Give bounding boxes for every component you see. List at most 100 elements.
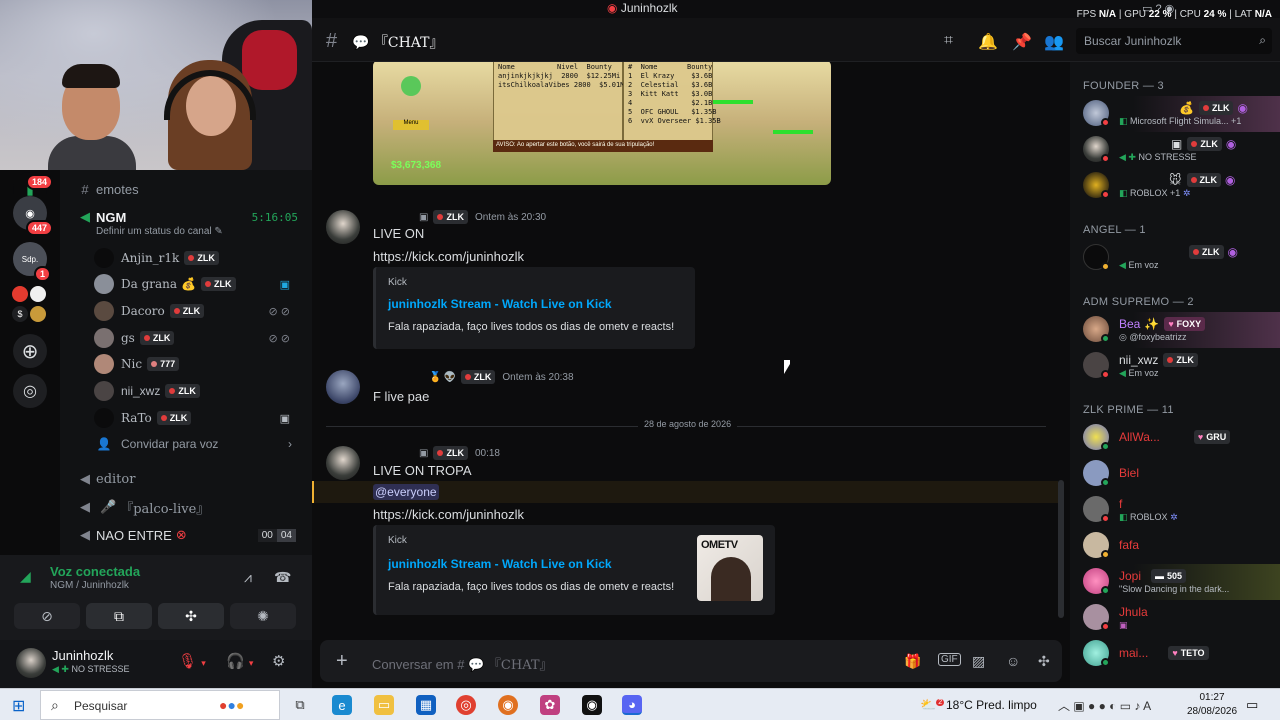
chat-scrollbar[interactable]	[1058, 480, 1064, 618]
voice-user[interactable]: nii_xwz ZLK	[94, 378, 302, 404]
voice-channel-palco[interactable]: ◀ 🎤 『palco-live』	[60, 494, 312, 520]
user-settings-button[interactable]: ⚙	[272, 652, 285, 670]
add-user-icon: 👤	[96, 437, 112, 451]
notification-icon[interactable]: ▭	[1246, 697, 1258, 713]
voice-user[interactable]: RaTo ZLK ▣	[94, 405, 302, 431]
voice-channel-editor[interactable]: ◀ editor	[60, 466, 312, 492]
task-view-button[interactable]: ⧉	[290, 695, 310, 715]
clock[interactable]: 01:27 28/08/2026	[1180, 691, 1244, 719]
role-tag: ♥ GRU	[1193, 430, 1231, 444]
chrome-icon[interactable]: ◎	[456, 695, 476, 715]
server-icon-4[interactable]	[12, 286, 28, 302]
start-button[interactable]: ⊞	[12, 696, 25, 716]
member-item[interactable]: AllWa... ♥ GRU	[1070, 420, 1280, 456]
discover-button[interactable]: ◎	[13, 374, 47, 408]
voice-user[interactable]: Anjin_r1k ZLK	[94, 245, 302, 271]
embed-title[interactable]: juninhozlk Stream - Watch Live on Kick	[388, 557, 612, 571]
leaderboard-table: # Nome Bounty 1 El Krazy $3.6B 2 Celesti…	[623, 62, 721, 150]
speaker-icon: ◀	[80, 499, 90, 514]
avatar[interactable]	[326, 210, 360, 244]
message-link[interactable]: https://kick.com/juninhozlk	[373, 507, 524, 522]
member-item[interactable]: Bea ✨ ♥ FOXY ◎ @foxybeatrizz	[1070, 312, 1280, 348]
no-entry-icon: ⊗	[175, 527, 187, 542]
taskbar-search[interactable]: ⌕ Pesquisar ●●●	[40, 690, 280, 720]
server-icon-7[interactable]	[30, 306, 46, 322]
member-item[interactable]: ZLK ◉ ◀ Em voz	[1070, 240, 1280, 276]
game-cash: $3,673,368	[391, 160, 442, 171]
emoji-icon: ☺	[1006, 653, 1021, 669]
screen-share-button[interactable]: ⧉	[86, 603, 152, 629]
edge-icon[interactable]: e	[332, 695, 352, 715]
app-icon-orange[interactable]: ◉	[498, 695, 518, 715]
obs-icon[interactable]: ◉	[582, 695, 602, 715]
everyone-mention[interactable]: @everyone	[373, 484, 439, 500]
member-item[interactable]: ▣ ZLK ◉ ◀ ✚ NO STRESSE	[1070, 132, 1280, 168]
member-item[interactable]: 💰 ZLK ◉ ◧ Microsoft Flight Simula... +1	[1070, 96, 1280, 132]
avatar[interactable]	[326, 446, 360, 480]
member-list: FOUNDER — 3 💰 ZLK ◉ ◧ Microsoft Flight Sim…	[1070, 62, 1280, 688]
store-icon[interactable]: ▦	[416, 695, 436, 715]
sticker-button[interactable]: ▨	[972, 653, 985, 670]
role-tag: ZLK	[139, 331, 175, 345]
embed-provider[interactable]: Kick	[388, 535, 407, 546]
member-item[interactable]: nii_xwz ZLK ◀ Em voz	[1070, 348, 1280, 384]
system-tray[interactable]: ︿ ▣ ● ● ◐ ▭ ♪ A	[1058, 697, 1151, 714]
disconnect-icon[interactable]: ☎	[274, 569, 291, 586]
channel-emotes[interactable]: # emotes	[60, 176, 312, 202]
message-text: LIVE ON TROPA	[373, 463, 472, 478]
member-item[interactable]: mai... ♥ TETO	[1070, 636, 1280, 672]
activities-button[interactable]: ✣	[158, 603, 224, 629]
attach-button[interactable]: +	[336, 650, 348, 673]
member-item[interactable]: Jhula ▣	[1070, 600, 1280, 636]
avatar	[94, 381, 114, 401]
member-item[interactable]: Jopi ▬ 505 "Slow Dancing in the dark...	[1070, 564, 1280, 600]
embed-title[interactable]: juninhozlk Stream - Watch Live on Kick	[388, 297, 612, 311]
pinned-button[interactable]: 📌	[1012, 32, 1032, 52]
gif-button[interactable]: GIF	[938, 653, 961, 666]
member-list-button[interactable]: 👥	[1044, 32, 1064, 52]
game-screenshot-embed[interactable]: Nome Nivel Bounty anjinkjkjkjkj 2800 $12…	[373, 62, 831, 185]
member-item[interactable]: 🐭 ZLK ◉ ◧ ROBLOX +1 ✲	[1070, 168, 1280, 204]
threads-button[interactable]: ⌗	[944, 32, 953, 50]
soundboard-button[interactable]: ✺	[230, 603, 296, 629]
voice-user[interactable]: Da grana 💰 ZLK ▣	[94, 271, 302, 297]
mute-button[interactable]: 🎙 ▾	[178, 652, 206, 670]
camera-button[interactable]: ⊘	[14, 603, 80, 629]
voice-user[interactable]: gs ZLK ⊘ ⊘	[94, 325, 302, 351]
member-item[interactable]: f ◧ ROBLOX ✲	[1070, 492, 1280, 528]
role-tag: ZLK	[169, 304, 205, 318]
gear-icon: ⚙	[272, 653, 286, 670]
weather-text[interactable]: 18°C Pred. limpo	[946, 698, 1037, 712]
search-input[interactable]: Buscar Juninhozlk ⌕	[1076, 28, 1272, 54]
voice-location[interactable]: NGM / Juninhozlk	[50, 580, 129, 591]
discord-icon[interactable]: ◕	[622, 695, 642, 715]
emoji-button[interactable]: ☺	[1006, 653, 1020, 669]
deafen-button[interactable]: 🎧 ▾	[226, 652, 253, 670]
voice-user[interactable]: Dacoro ZLK ⊘ ⊘	[94, 298, 302, 324]
member-item[interactable]: Biel	[1070, 456, 1280, 492]
file-explorer-icon[interactable]: ▭	[374, 695, 394, 715]
embed-provider[interactable]: Kick	[388, 277, 407, 288]
message-link[interactable]: https://kick.com/juninhozlk	[373, 249, 524, 264]
status-online	[1101, 442, 1110, 451]
voice-user[interactable]: Nic 777	[94, 351, 302, 377]
invite-to-voice-button[interactable]: 👤 Convidar para voz ›	[94, 431, 302, 457]
server-icon-5[interactable]	[30, 286, 46, 302]
add-server-button[interactable]: ⊕	[13, 334, 47, 368]
noise-suppression-icon[interactable]: ⩘	[244, 569, 252, 586]
app-icon-pink[interactable]: ✿	[540, 695, 560, 715]
badge-icon: ▣	[419, 447, 429, 459]
member-item[interactable]: fafa	[1070, 528, 1280, 564]
avatar[interactable]	[326, 370, 360, 404]
server-icon-6[interactable]: $	[12, 306, 28, 322]
apps-button[interactable]: ✣	[1038, 653, 1050, 670]
pin-icon: 📌	[1012, 34, 1032, 51]
notifications-button[interactable]: 🔔	[978, 32, 998, 52]
gift-button[interactable]: 🎁	[904, 653, 921, 670]
game-menu: Menu	[393, 120, 429, 130]
avatar[interactable]	[16, 648, 46, 678]
voice-channel-nao-entre[interactable]: ◀ NAO ENTRE ⊗ 00 04	[60, 522, 312, 548]
channel-status-input[interactable]: Definir um status do canal ✎	[96, 226, 223, 237]
message-input[interactable]: + Conversar em # 💬 『CHAT』 🎁 GIF ▨ ☺ ✣	[320, 640, 1062, 682]
embed-thumbnail[interactable]: OMETV	[697, 535, 763, 601]
